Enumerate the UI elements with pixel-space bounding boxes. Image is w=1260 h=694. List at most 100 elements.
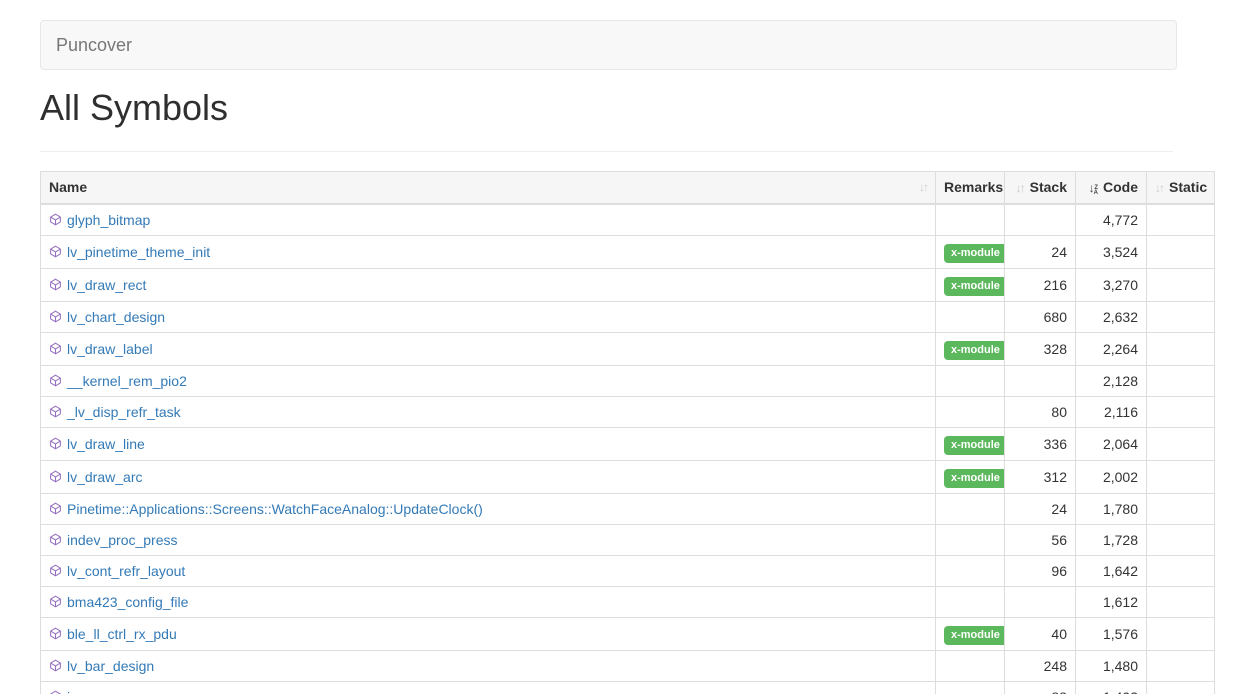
column-header-stack[interactable]: ↓↑Stack: [1005, 171, 1076, 204]
static-value: [1147, 301, 1215, 332]
table-row: _lv_disp_refr_task 802,116: [41, 396, 1215, 427]
name-cell: inv_arc_area: [41, 681, 936, 694]
name-cell: lv_draw_label: [41, 332, 936, 365]
remarks-cell: [936, 524, 1005, 555]
code-value: 2,116: [1076, 396, 1147, 427]
x-module-badge: x-module: [944, 436, 1005, 455]
code-value: 2,128: [1076, 365, 1147, 396]
symbol-cube-icon: [49, 657, 62, 670]
symbol-link[interactable]: lv_bar_design: [67, 658, 154, 674]
symbol-link[interactable]: lv_draw_rect: [67, 277, 146, 293]
name-cell: bma423_config_file: [41, 586, 936, 617]
table-row: ble_ll_ctrl_rx_pdux-module401,576: [41, 617, 1215, 650]
static-value: [1147, 427, 1215, 460]
static-value: [1147, 617, 1215, 650]
column-header-name[interactable]: Name ↓↑: [41, 171, 936, 204]
column-header-code[interactable]: ↓ZACode: [1076, 171, 1147, 204]
stack-value: [1005, 586, 1076, 617]
symbol-link[interactable]: lv_chart_design: [67, 309, 165, 325]
column-label-code: Code: [1103, 179, 1138, 195]
symbol-link[interactable]: __kernel_rem_pio2: [67, 373, 187, 389]
column-label-name: Name: [49, 179, 87, 195]
page: Puncover All Symbols Name ↓↑ Remarks ↓↑S…: [0, 0, 1260, 694]
stack-value: 80: [1005, 396, 1076, 427]
table-row: bma423_config_file1,612: [41, 586, 1215, 617]
remarks-cell: x-module: [936, 235, 1005, 268]
column-header-static[interactable]: ↓↑ Static: [1147, 171, 1215, 204]
name-cell: lv_chart_design: [41, 301, 936, 332]
symbol-cube-icon: [49, 593, 62, 606]
code-value: 2,002: [1076, 460, 1147, 493]
remarks-cell: [936, 650, 1005, 681]
x-module-badge: x-module: [944, 626, 1005, 645]
table-row: lv_draw_arcx-module3122,002: [41, 460, 1215, 493]
remarks-cell: x-module: [936, 427, 1005, 460]
symbol-link[interactable]: lv_pinetime_theme_init: [67, 244, 210, 260]
sort-inactive-icon: ↓↑: [1155, 178, 1163, 198]
stack-value: 216: [1005, 268, 1076, 301]
symbol-link[interactable]: glyph_bitmap: [67, 212, 150, 228]
symbol-link[interactable]: ble_ll_ctrl_rx_pdu: [67, 626, 177, 642]
static-value: [1147, 235, 1215, 268]
table-row: inv_arc_area 881,402: [41, 681, 1215, 694]
page-title: All Symbols: [40, 88, 1260, 128]
code-value: 1,728: [1076, 524, 1147, 555]
remarks-cell: [936, 204, 1005, 236]
table-row: indev_proc_press 561,728: [41, 524, 1215, 555]
stack-value: 336: [1005, 427, 1076, 460]
code-value: 2,064: [1076, 427, 1147, 460]
static-value: [1147, 493, 1215, 524]
name-cell: indev_proc_press: [41, 524, 936, 555]
table-row: lv_cont_refr_layout 961,642: [41, 555, 1215, 586]
static-value: [1147, 365, 1215, 396]
static-value: [1147, 396, 1215, 427]
symbol-cube-icon: [49, 562, 62, 575]
stack-value: 56: [1005, 524, 1076, 555]
remarks-cell: [936, 493, 1005, 524]
symbols-table-body: glyph_bitmap4,772lv_pinetime_theme_initx…: [41, 204, 1215, 694]
static-value: [1147, 650, 1215, 681]
symbol-cube-icon: [49, 500, 62, 513]
stack-value: 24: [1005, 235, 1076, 268]
name-cell: Pinetime::Applications::Screens::WatchFa…: [41, 493, 936, 524]
code-value: 1,576: [1076, 617, 1147, 650]
navbar-brand[interactable]: Puncover: [56, 35, 132, 55]
symbol-link[interactable]: lv_cont_refr_layout: [67, 563, 185, 579]
symbol-cube-icon: [49, 372, 62, 385]
name-cell: lv_bar_design: [41, 650, 936, 681]
symbol-link[interactable]: lv_draw_line: [67, 436, 145, 452]
column-label-remarks: Remarks: [944, 179, 1003, 195]
table-row: Pinetime::Applications::Screens::WatchFa…: [41, 493, 1215, 524]
name-cell: ble_ll_ctrl_rx_pdu: [41, 617, 936, 650]
stack-value: [1005, 365, 1076, 396]
column-label-static: Static: [1169, 179, 1207, 195]
symbol-link[interactable]: inv_arc_area: [67, 689, 148, 694]
remarks-cell: [936, 301, 1005, 332]
symbol-link[interactable]: _lv_disp_refr_task: [67, 404, 181, 420]
stack-value: 328: [1005, 332, 1076, 365]
static-value: [1147, 586, 1215, 617]
stack-value: 96: [1005, 555, 1076, 586]
symbol-link[interactable]: indev_proc_press: [67, 532, 178, 548]
symbol-link[interactable]: Pinetime::Applications::Screens::WatchFa…: [67, 501, 483, 517]
code-value: 3,270: [1076, 268, 1147, 301]
stack-value: 312: [1005, 460, 1076, 493]
symbol-link[interactable]: lv_draw_arc: [67, 469, 142, 485]
remarks-cell: [936, 681, 1005, 694]
static-value: [1147, 681, 1215, 694]
table-row: lv_draw_rectx-module2163,270: [41, 268, 1215, 301]
header-row: Name ↓↑ Remarks ↓↑Stack ↓ZACode ↓↑ Static: [41, 171, 1215, 204]
table-row: glyph_bitmap4,772: [41, 204, 1215, 236]
code-value: 1,642: [1076, 555, 1147, 586]
static-value: [1147, 460, 1215, 493]
table-row: __kernel_rem_pio2 2,128: [41, 365, 1215, 396]
page-divider: [40, 151, 1173, 152]
name-cell: lv_pinetime_theme_init: [41, 235, 936, 268]
symbol-link[interactable]: lv_draw_label: [67, 341, 153, 357]
code-value: 1,402: [1076, 681, 1147, 694]
stack-value: 88: [1005, 681, 1076, 694]
code-value: 1,480: [1076, 650, 1147, 681]
symbol-link[interactable]: bma423_config_file: [67, 594, 188, 610]
table-row: lv_draw_labelx-module3282,264: [41, 332, 1215, 365]
symbols-table-header: Name ↓↑ Remarks ↓↑Stack ↓ZACode ↓↑ Static: [41, 171, 1215, 204]
